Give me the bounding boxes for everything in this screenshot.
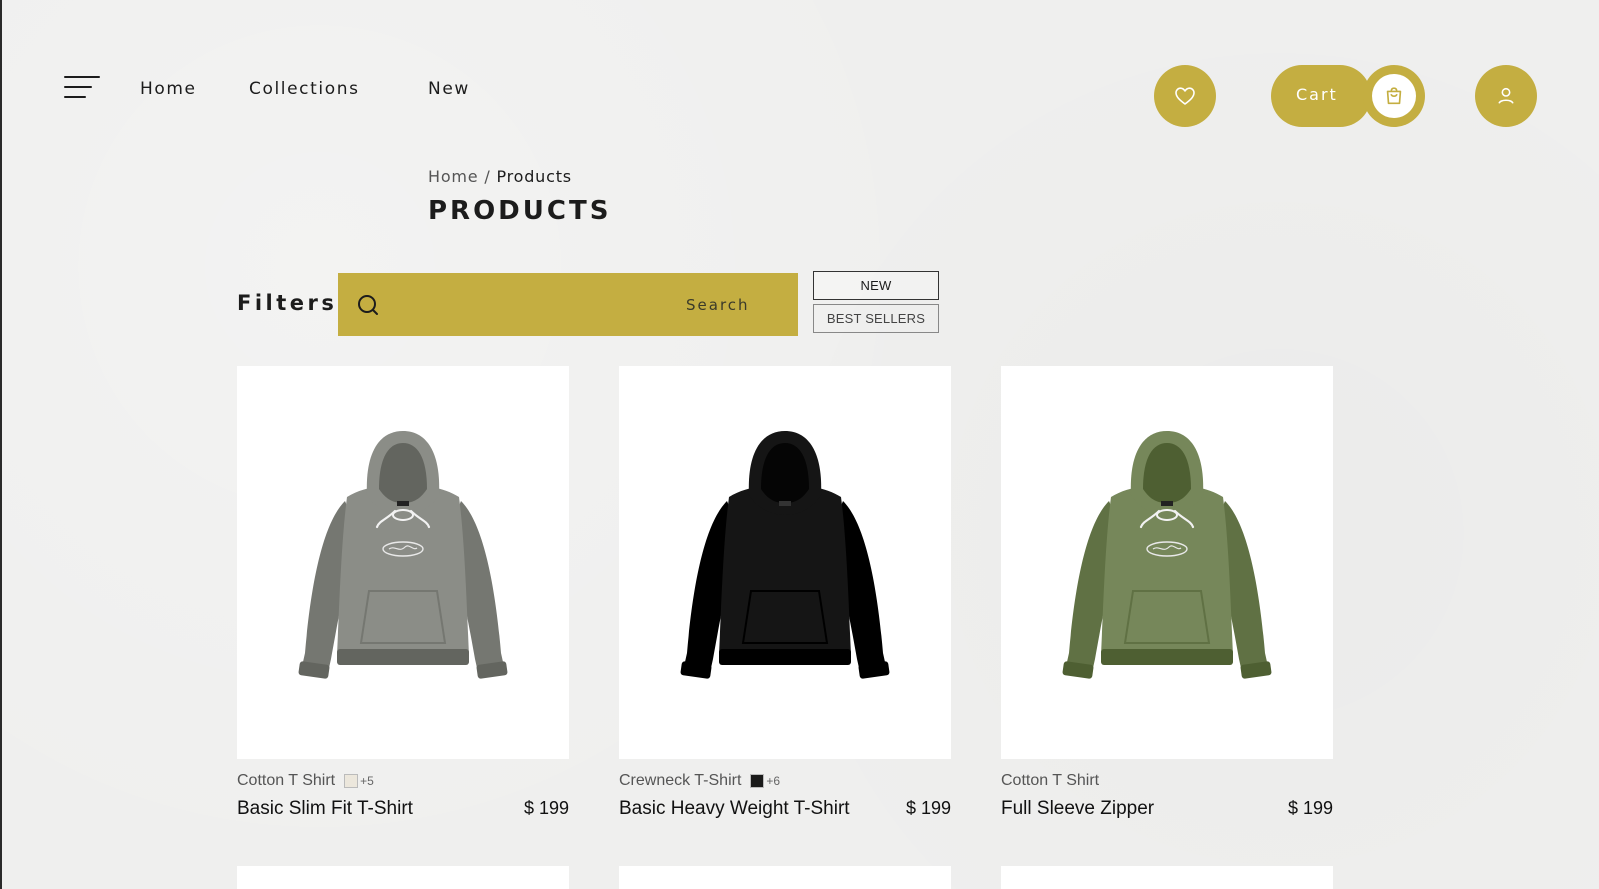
search-button[interactable]: Search	[678, 293, 786, 317]
hoodie-neck-label	[779, 500, 791, 506]
filter-tag-new[interactable]: NEW	[813, 271, 939, 300]
search-icon	[358, 295, 378, 315]
nav-new-link[interactable]: New	[428, 79, 470, 99]
filters-label: Filters	[237, 291, 338, 315]
user-icon	[1498, 87, 1514, 104]
cart-bag-ring	[1363, 65, 1425, 127]
page-title: PRODUCTS	[428, 196, 612, 226]
cart-label: Cart	[1296, 85, 1338, 104]
nav-home-link[interactable]: Home	[140, 79, 197, 99]
nav-collections-link[interactable]: Collections	[249, 79, 360, 99]
more-colors-count: +6	[766, 774, 781, 788]
hamburger-menu-icon[interactable]	[64, 76, 100, 102]
breadcrumb-current: Products	[496, 167, 572, 186]
more-colors-count: +5	[360, 774, 374, 788]
search-bar: Search	[338, 273, 798, 336]
product-name[interactable]: Basic Slim Fit T-Shirt	[237, 798, 413, 820]
shopping-bag-icon	[1386, 87, 1402, 105]
product-price: $ 199	[523, 798, 569, 818]
product-meta: Crewneck T-Shirt +6	[619, 772, 780, 790]
hoodie-neck-label	[1161, 500, 1173, 506]
product-image[interactable]	[237, 366, 569, 759]
search-input[interactable]	[398, 287, 672, 323]
product-image[interactable]	[1001, 366, 1333, 759]
hoodie-waistband	[719, 648, 851, 665]
product-card-partial[interactable]	[237, 866, 569, 889]
product-card-partial[interactable]	[1001, 866, 1333, 889]
product-card[interactable]: Cotton T Shirt +5 Basic Slim Fit T-Shirt…	[237, 366, 569, 819]
hoodie-waistband	[337, 648, 469, 665]
product-card-partial[interactable]	[619, 866, 951, 889]
cart-button[interactable]: Cart	[1271, 65, 1425, 127]
product-price: $ 199	[1287, 798, 1333, 818]
hoodie-neck-label	[397, 500, 409, 506]
cart-bag-inner	[1372, 74, 1416, 118]
product-category: Cotton T Shirt	[1001, 772, 1100, 789]
account-button[interactable]	[1475, 65, 1537, 127]
product-image[interactable]	[619, 366, 951, 759]
hoodie-image-icon	[680, 430, 890, 679]
wishlist-button[interactable]	[1154, 65, 1216, 127]
product-card[interactable]: Crewneck T-Shirt +6 Basic Heavy Weight T…	[619, 366, 951, 819]
hoodie-image-icon	[298, 430, 508, 679]
product-meta: Cotton T Shirt +5	[237, 772, 374, 790]
hoodie-image-icon	[1062, 430, 1272, 679]
product-name[interactable]: Basic Heavy Weight T-Shirt	[619, 798, 850, 820]
product-name[interactable]: Full Sleeve Zipper	[1001, 798, 1154, 820]
filter-tag-best-sellers[interactable]: BEST SELLERS	[813, 304, 939, 333]
product-category: Crewneck T-Shirt	[619, 772, 742, 789]
product-price: $ 199	[905, 798, 951, 818]
color-swatch[interactable]	[344, 774, 359, 788]
hoodie-waistband	[1101, 648, 1233, 665]
color-swatch[interactable]	[750, 774, 765, 788]
site-header: Home Collections New Cart	[0, 0, 1599, 180]
breadcrumb: Home / Products	[428, 167, 572, 186]
breadcrumb-home-link[interactable]: Home	[428, 167, 478, 186]
breadcrumb-separator: /	[484, 167, 491, 186]
product-category: Cotton T Shirt	[237, 772, 336, 789]
product-card[interactable]: Cotton T Shirt Full Sleeve Zipper $ 199	[1001, 366, 1333, 819]
product-meta: Cotton T Shirt	[1001, 772, 1099, 790]
heart-icon	[1175, 87, 1195, 105]
